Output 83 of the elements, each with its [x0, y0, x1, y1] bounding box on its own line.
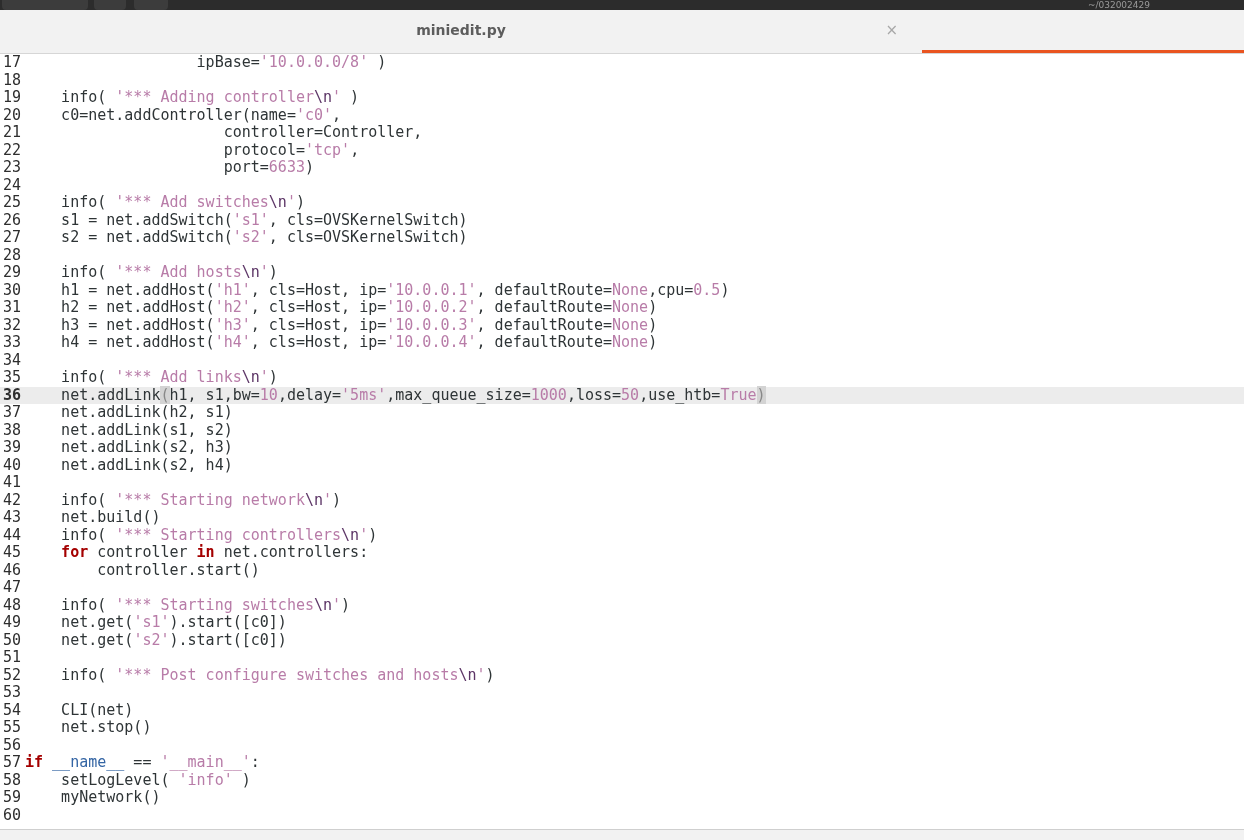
line-number: 57 [2, 754, 23, 772]
code-line: info( '*** Starting controllers\n') [60, 526, 378, 544]
line-number: 19 [2, 89, 23, 107]
line-number: 28 [2, 246, 23, 264]
code-line: net.addLink(h1, s1,bw=10,delay='5ms',max_queue_size=1000,loss=50,use_htb=True) [60, 386, 766, 404]
path-label: ~/032002429 [1087, 0, 1150, 10]
code-line: net.get('s1').start([c0]) [60, 614, 287, 632]
line-number: 53 [2, 684, 23, 702]
line-number: 54 [2, 701, 23, 719]
line-number: 56 [2, 736, 23, 754]
code-line: net.addLink(s2, h4) [60, 456, 233, 474]
line-number: 17 [2, 54, 23, 72]
line-number: 18 [2, 71, 23, 89]
line-number: 31 [2, 299, 23, 317]
code-line: h3 = net.addHost('h3', cls=Host, ip='10.0.0.3', defaultRoute=None) [60, 316, 658, 334]
line-number: 48 [2, 596, 23, 614]
code-line: s2 = net.addSwitch('s2', cls=OVSKernelSwitch) [60, 229, 468, 247]
line-number: 24 [2, 176, 23, 194]
code-line: ipBase='10.0.0.0/8' ) [195, 54, 387, 72]
line-number: 60 [2, 806, 23, 824]
code-line: info( '*** Add links\n') [60, 369, 278, 387]
line-number: 40 [2, 456, 23, 474]
code-line: for controller in net.controllers: [60, 544, 369, 562]
code-line: port=6633) [222, 159, 314, 177]
line-number: 51 [2, 649, 23, 667]
line-number: 50 [2, 631, 23, 649]
code-line: net.build() [60, 509, 161, 527]
code-line: info( '*** Add switches\n') [60, 194, 305, 212]
line-number: 23 [2, 159, 23, 177]
line-number: 36 [2, 386, 23, 404]
code-line: if __name__ == '__main__': [25, 754, 260, 772]
code-line: net.addLink(s1, s2) [60, 421, 233, 439]
code-line: c0=net.addController(name='c0', [60, 106, 342, 124]
line-number: 43 [2, 509, 23, 527]
line-number: 21 [2, 124, 23, 142]
line-number: 41 [2, 474, 23, 492]
line-number: 35 [2, 369, 23, 387]
line-number: 26 [2, 211, 23, 229]
code-line: net.addLink(h2, s1) [60, 404, 233, 422]
line-number: 47 [2, 579, 23, 597]
line-number: 32 [2, 316, 23, 334]
code-line: myNetwork() [60, 789, 161, 807]
line-number: 39 [2, 439, 23, 457]
code-line: info( '*** Add hosts\n') [60, 264, 278, 282]
line-number: 20 [2, 106, 23, 124]
code-line: controller.start() [96, 561, 260, 579]
line-number: 29 [2, 264, 23, 282]
line-number: 33 [2, 334, 23, 352]
line-number: 42 [2, 491, 23, 509]
code-line: info( '*** Post configure switches and hosts\n') [60, 666, 495, 684]
code-line: info( '*** Starting switches\n') [60, 596, 351, 614]
code-line: h1 = net.addHost('h1', cls=Host, ip='10.0.0.1', defaultRoute=None,cpu=0.5) [60, 281, 730, 299]
header-button[interactable] [134, 0, 168, 10]
code-line: h4 = net.addHost('h4', cls=Host, ip='10.0.0.4', defaultRoute=None) [60, 334, 658, 352]
header-button[interactable] [2, 0, 88, 10]
line-number: 59 [2, 789, 23, 807]
line-number: 44 [2, 526, 23, 544]
line-number: 52 [2, 666, 23, 684]
code-line: net.stop() [60, 719, 152, 737]
line-number: 25 [2, 194, 23, 212]
code-line: protocol='tcp', [222, 141, 360, 159]
code-line: controller=Controller, [222, 124, 423, 142]
header-button[interactable] [94, 0, 126, 10]
code-line: net.addLink(s2, h3) [60, 439, 233, 457]
line-number: 27 [2, 229, 23, 247]
line-number: 34 [2, 351, 23, 369]
line-number: 58 [2, 771, 23, 789]
code-line: CLI(net) [60, 701, 134, 719]
code-line: s1 = net.addSwitch('s1', cls=OVSKernelSwitch) [60, 211, 468, 229]
line-number: 30 [2, 281, 23, 299]
line-number: 22 [2, 141, 23, 159]
line-number: 45 [2, 544, 23, 562]
line-number: 49 [2, 614, 23, 632]
tab-title: miniedit.py [416, 22, 506, 38]
code-line: info( '*** Starting network\n') [60, 491, 342, 509]
code-line: info( '*** Adding controller\n' ) [60, 89, 360, 107]
code-line: setLogLevel( 'info' ) [61, 771, 251, 789]
line-number: 46 [2, 561, 23, 579]
line-number: 38 [2, 421, 23, 439]
code-line: net.get('s2').start([c0]) [60, 631, 287, 649]
line-number: 37 [2, 404, 23, 422]
line-number: 55 [2, 719, 23, 737]
code-line: h2 = net.addHost('h2', cls=Host, ip='10.0.0.2', defaultRoute=None) [60, 299, 658, 317]
